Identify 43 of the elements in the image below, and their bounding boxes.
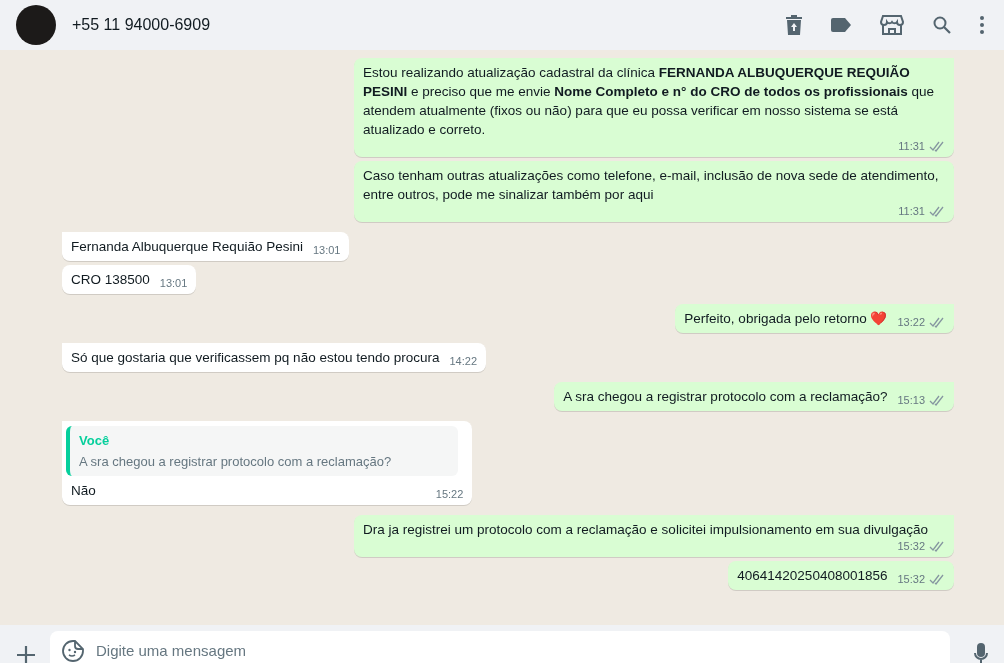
message-bubble[interactable]: Perfeito, obrigada pelo retorno ❤ 13:22 bbox=[675, 304, 954, 333]
message-time: 13:01 bbox=[312, 242, 341, 258]
sticker-icon[interactable] bbox=[62, 640, 84, 662]
message-bubble[interactable] bbox=[354, 58, 954, 157]
message-text: Estou realizando atualização cadastral da clínica FERNANDA ALBUQUERQUE REQUIÃO PESINI e preciso que me envie Nome Completo e n° do CRO de todos os profissionais que atendem atualmente (fixos ou não) para que eu possa verificar em nosso sistema se está atualizado e correto. bbox=[363, 64, 936, 139]
more-icon[interactable] bbox=[980, 16, 984, 34]
message-text: Fernanda Albuquerque Requião Pesini bbox=[71, 238, 303, 256]
message-text: Dra ja registrei um protocolo com a reclamação e solicitei impulsionamento em sua divulgação bbox=[363, 521, 928, 539]
quote-author: Você bbox=[79, 432, 111, 450]
message-time: 14:22 bbox=[449, 353, 477, 369]
label-icon[interactable] bbox=[831, 18, 851, 32]
avatar[interactable] bbox=[16, 5, 56, 45]
message-bubble[interactable]: CRO 138500 13:01 bbox=[62, 265, 197, 294]
trash-icon[interactable] bbox=[786, 15, 802, 35]
message-bubble[interactable]: 40641420250408001856 15:32 bbox=[728, 561, 954, 590]
message-text: Só que gostaria que verificassem pq não estou tendo procura bbox=[71, 349, 440, 367]
message-time: 11:31 bbox=[898, 203, 925, 219]
message-time: 13:22 bbox=[897, 314, 925, 330]
message-time: 15:13 bbox=[897, 392, 925, 408]
message-time: 11:31 bbox=[898, 138, 925, 154]
search-icon[interactable] bbox=[933, 16, 951, 34]
store-icon[interactable] bbox=[880, 15, 904, 35]
message-text: Caso tenham outras atualizações como telefone, e-mail, inclusão de nova sede de atendimento, entre outros, pode me sinalizar também por aqui bbox=[363, 167, 940, 204]
plus-icon[interactable] bbox=[16, 645, 36, 663]
message-bubble[interactable]: Você A sra chegou a registrar protocolo com a reclamação? Não 15:22 bbox=[62, 421, 473, 505]
quoted-text: A sra chegou a registrar protocolo com a reclamação? bbox=[79, 453, 393, 471]
message-time: 15:32 bbox=[897, 538, 925, 554]
message-field[interactable]: Digite uma mensagem bbox=[50, 631, 950, 663]
message-bubble[interactable]: Caso tenham outras atualizações como telefone, e-mail, inclusão de nova sede de atendimento, entre outros, pode me sinalizar também por aqui 11:31 bbox=[354, 161, 954, 222]
message-time: 15:22 bbox=[435, 486, 464, 502]
message-bubble[interactable]: Fernanda Albuquerque Requião Pesini 13:01 bbox=[62, 232, 350, 261]
microphone-icon[interactable] bbox=[974, 643, 988, 663]
message-bubble[interactable]: A sra chegou a registrar protocolo com a reclamação? 15:13 bbox=[554, 382, 954, 411]
message-text: A sra chegou a registrar protocolo com a reclamação? bbox=[563, 388, 888, 406]
message-time: 13:01 bbox=[159, 275, 188, 291]
message-time: 15:32 bbox=[897, 571, 925, 587]
message-text: Não bbox=[71, 482, 96, 500]
message-bubble[interactable]: Só que gostaria que verificassem pq não estou tendo procura 14:22 bbox=[62, 343, 486, 372]
message-text: 40641420250408001856 bbox=[737, 567, 888, 585]
message-bubble[interactable]: Dra ja registrei um protocolo com a reclamação e solicitei impulsionamento em sua divulgação 15:32 bbox=[354, 515, 954, 557]
message-text: Perfeito, obrigada pelo retorno ❤ bbox=[684, 310, 888, 328]
message-text: CRO 138500 bbox=[71, 271, 150, 289]
contact-name[interactable]: +55 11 94000-6909 bbox=[72, 13, 770, 37]
